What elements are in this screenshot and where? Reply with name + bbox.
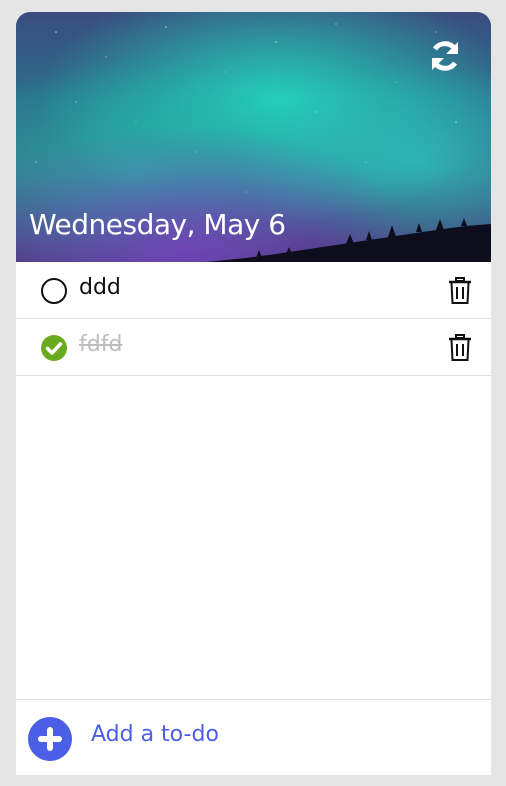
todo-card: Wednesday, May 6 ddd fdfd Add a to-do — [16, 12, 491, 775]
check-circle-icon — [41, 335, 67, 361]
add-todo-button[interactable] — [28, 717, 72, 761]
todo-list: ddd fdfd — [16, 262, 491, 376]
empty-circle-icon — [41, 278, 67, 304]
refresh-button[interactable] — [427, 38, 463, 74]
plus-circle-icon — [28, 717, 72, 761]
refresh-icon — [431, 41, 459, 71]
todo-text[interactable]: ddd — [79, 275, 121, 300]
trash-icon — [449, 277, 471, 304]
trash-icon — [449, 334, 471, 361]
date-heading: Wednesday, May 6 — [29, 208, 286, 241]
todo-item: fdfd — [16, 319, 491, 376]
delete-button[interactable] — [448, 334, 472, 362]
header-banner: Wednesday, May 6 — [16, 12, 491, 262]
todo-text[interactable]: fdfd — [79, 332, 122, 357]
add-todo-input[interactable]: Add a to-do — [91, 722, 219, 747]
checkbox-unchecked[interactable] — [40, 277, 68, 305]
add-todo-bar: Add a to-do — [16, 699, 491, 775]
todo-item: ddd — [16, 262, 491, 319]
checkbox-checked[interactable] — [40, 334, 68, 362]
delete-button[interactable] — [448, 277, 472, 305]
